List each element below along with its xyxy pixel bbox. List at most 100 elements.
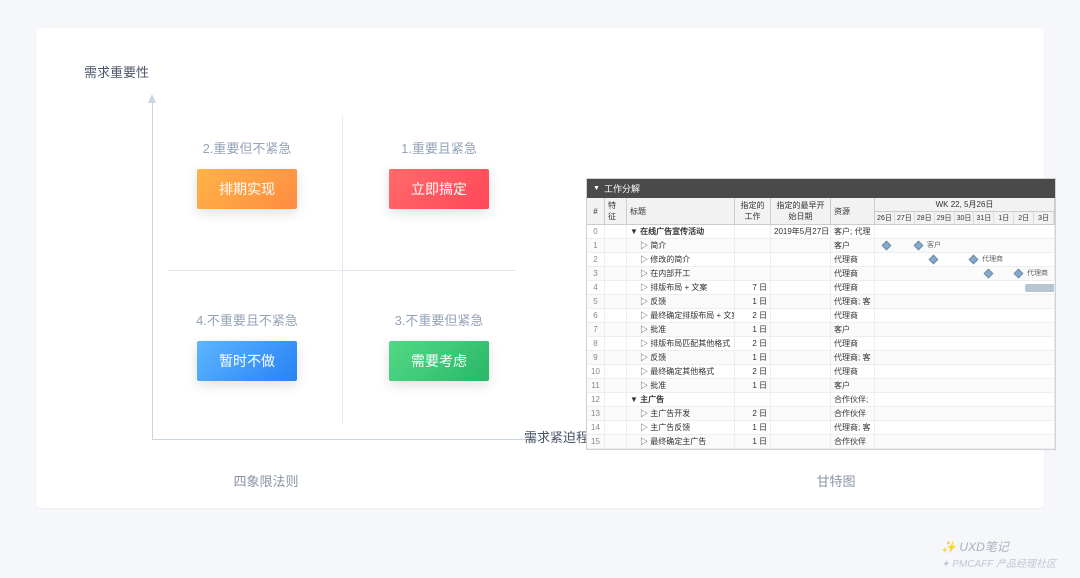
cell-work: 1 日: [735, 435, 771, 448]
diamond-icon: [969, 255, 979, 265]
cell-work: [735, 393, 771, 406]
cell-title: ▷ 修改的简介: [627, 253, 735, 266]
cell-bar: [875, 351, 1055, 364]
cell-idx: [605, 281, 627, 294]
cell-idx: [605, 225, 627, 238]
cell-title: ▷ 简介: [627, 239, 735, 252]
cell-resource: 代理商; 客: [831, 351, 875, 364]
diamond-icon: [929, 255, 939, 265]
cell-resource: 合作伙伴: [831, 435, 875, 448]
cell-bar: [875, 225, 1055, 238]
cell-work: [735, 225, 771, 238]
cell-num: 6: [587, 309, 605, 322]
horizontal-divider: [168, 270, 516, 271]
cell-num: 4: [587, 281, 605, 294]
quadrant-1-title: 1.重要且紧急: [364, 138, 514, 157]
quadrant-2-title: 2.重要但不紧急: [172, 138, 322, 157]
cell-bar: [875, 309, 1055, 322]
cell-title: ▷ 批准: [627, 323, 735, 336]
cell-num: 0: [587, 225, 605, 238]
cell-work: 1 日: [735, 351, 771, 364]
canvas: 需求重要性 2.重要但不紧急 排期实现 1.重要且紧急 立即搞定 4.不重要且不…: [36, 28, 1044, 508]
cell-bar: [875, 421, 1055, 434]
cell-idx: [605, 379, 627, 392]
cell-bar: [875, 281, 1055, 294]
cell-work: 2 日: [735, 407, 771, 420]
gantt-chart: ▼ 工作分解 # 特征 标题 指定的工作 指定的最早开始日期 资源 WK 22,…: [586, 178, 1056, 450]
watermark-line1: ✨ UXD笔记: [941, 538, 1056, 555]
bar-label: 客户: [927, 240, 941, 250]
timeline-day: 1日: [994, 212, 1014, 224]
cell-num: 8: [587, 337, 605, 350]
cell-start: [771, 281, 831, 294]
cell-num: 11: [587, 379, 605, 392]
cell-title: ▷ 反馈: [627, 295, 735, 308]
cell-num: 12: [587, 393, 605, 406]
x-axis: [152, 439, 532, 440]
cell-start: [771, 421, 831, 434]
cell-start: [771, 295, 831, 308]
gantt-body: 0▼ 在线广告宣传活动2019年5月27日客户; 代理1▷ 简介客户客户2▷ 修…: [587, 225, 1055, 449]
quadrant-1-button: 立即搞定: [389, 169, 489, 209]
cell-title: ▷ 主广告开发: [627, 407, 735, 420]
cell-idx: [605, 337, 627, 350]
cell-title: ▷ 最终确定排版布局 + 文案: [627, 309, 735, 322]
table-row: 5▷ 反馈1 日代理商; 客: [587, 295, 1055, 309]
y-axis: [152, 100, 153, 440]
cell-bar: [875, 365, 1055, 378]
cell-work: [735, 253, 771, 266]
cell-resource: 代理商: [831, 253, 875, 266]
quadrant-3-title: 3.不重要但紧急: [364, 310, 514, 329]
table-row: 2▷ 修改的简介代理商代理商: [587, 253, 1055, 267]
timeline-day: 31日: [974, 212, 994, 224]
quadrant-3-button: 需要考虑: [389, 341, 489, 381]
table-row: 7▷ 批准1 日客户: [587, 323, 1055, 337]
cell-start: [771, 379, 831, 392]
cell-resource: 合作伙伴: [831, 407, 875, 420]
cell-idx: [605, 253, 627, 266]
cell-work: 2 日: [735, 337, 771, 350]
watermark: ✨ UXD笔记 ✦ PMCAFF 产品经理社区: [941, 538, 1056, 570]
timeline-day: 26日: [875, 212, 895, 224]
cell-num: 3: [587, 267, 605, 280]
cell-bar: [875, 393, 1055, 406]
quadrant-4: 4.不重要且不紧急 暂时不做: [172, 310, 322, 381]
table-row: 0▼ 在线广告宣传活动2019年5月27日客户; 代理: [587, 225, 1055, 239]
col-resource: 资源: [831, 198, 875, 224]
table-row: 4▷ 排版布局 + 文案7 日代理商: [587, 281, 1055, 295]
timeline-day: 30日: [955, 212, 975, 224]
cell-bar: [875, 295, 1055, 308]
cell-bar: [875, 379, 1055, 392]
table-row: 13▷ 主广告开发2 日合作伙伴: [587, 407, 1055, 421]
cell-idx: [605, 239, 627, 252]
cell-title: ▷ 批准: [627, 379, 735, 392]
cell-start: [771, 309, 831, 322]
gantt-title: 工作分解: [604, 182, 640, 195]
cell-bar: [875, 407, 1055, 420]
diamond-icon: [1014, 269, 1024, 279]
y-axis-label: 需求重要性: [84, 62, 149, 81]
cell-resource: 代理商: [831, 309, 875, 322]
cell-title: ▷ 反馈: [627, 351, 735, 364]
table-row: 3▷ 在内部开工代理商代理商: [587, 267, 1055, 281]
cell-num: 5: [587, 295, 605, 308]
cell-num: 9: [587, 351, 605, 364]
quadrant-1: 1.重要且紧急 立即搞定: [364, 138, 514, 209]
quadrant-4-title: 4.不重要且不紧急: [172, 310, 322, 329]
cell-bar: [875, 435, 1055, 448]
cell-start: [771, 407, 831, 420]
quadrant-4-button: 暂时不做: [197, 341, 297, 381]
col-num: #: [587, 198, 605, 224]
cell-num: 14: [587, 421, 605, 434]
cell-work: 1 日: [735, 379, 771, 392]
table-row: 11▷ 批准1 日客户: [587, 379, 1055, 393]
cell-title: ▷ 排版布局匹配其他格式: [627, 337, 735, 350]
timeline-days: 26日27日28日29日30日31日1日2日3日: [875, 212, 1054, 224]
gantt-caption: 甘特图: [776, 471, 896, 490]
cell-resource: 代理商: [831, 365, 875, 378]
cell-start: [771, 435, 831, 448]
quadrant-chart: 需求重要性 2.重要但不紧急 排期实现 1.重要且紧急 立即搞定 4.不重要且不…: [92, 68, 552, 440]
bar-label: 代理商: [1027, 268, 1048, 278]
quadrant-axes: 2.重要但不紧急 排期实现 1.重要且紧急 立即搞定 4.不重要且不紧急 暂时不…: [152, 100, 532, 440]
cell-start: 2019年5月27日: [771, 225, 831, 238]
